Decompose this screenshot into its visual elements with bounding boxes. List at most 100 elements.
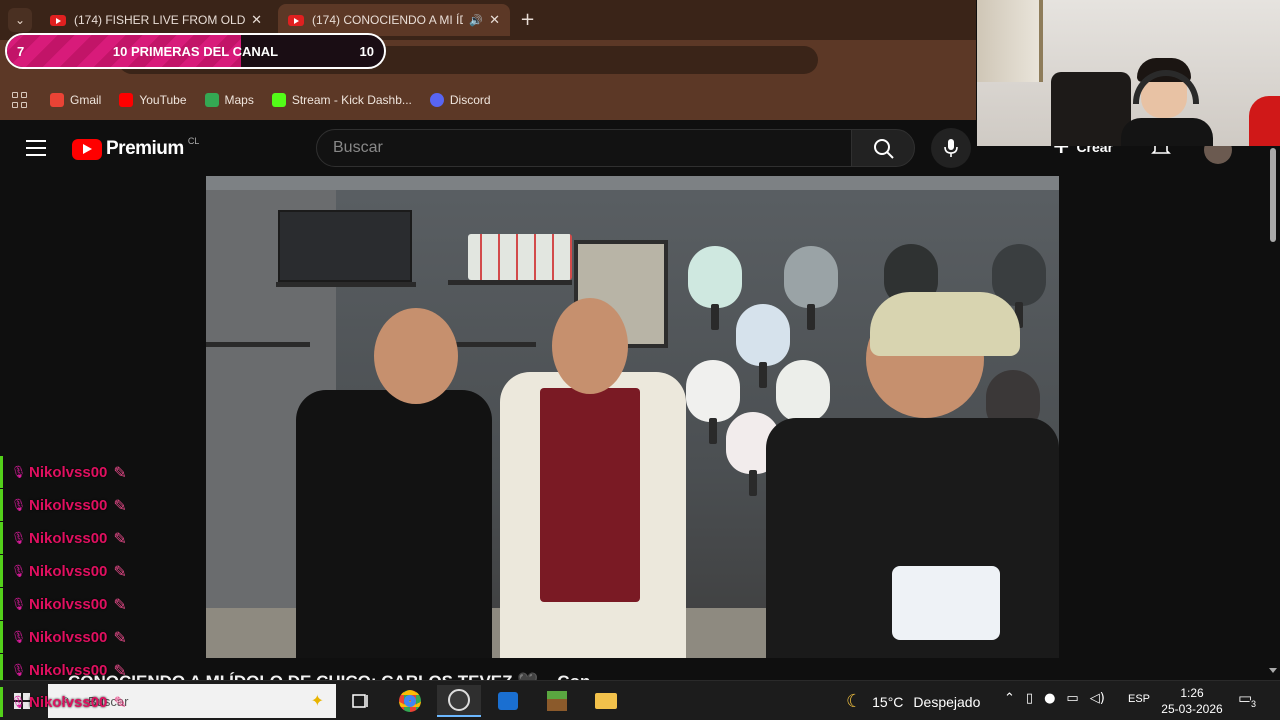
goal-text: 10 PRIMERAS DEL CANAL <box>112 44 279 59</box>
scrollbar-thumb[interactable] <box>1270 148 1276 242</box>
goal-end-level: 10 <box>359 44 374 59</box>
chat-message: 🎙 Nikolvss00 ✎ <box>0 686 127 718</box>
chat-username: Nikolvss00 <box>29 463 108 481</box>
chat-message: 🎙 Nikolvss00 ✎ <box>0 621 127 653</box>
bookmark-maps[interactable]: Maps <box>204 93 254 107</box>
youtube-logo[interactable]: Premium CL <box>72 136 200 160</box>
chat-username: Nikolvss00 <box>29 562 108 580</box>
bookmark-gmail[interactable]: Gmail <box>50 93 101 107</box>
close-tab-icon[interactable]: ✕ <box>251 13 262 28</box>
mic-icon: 🎙 <box>11 663 27 677</box>
bookmarks-bar: Gmail YouTube Maps Stream - Kick Dashb..… <box>0 80 976 120</box>
wall-picture <box>977 0 1043 82</box>
video-player[interactable] <box>206 176 1059 658</box>
chat-message: 🎙 Nikolvss00 ✎ <box>0 522 127 554</box>
bookmark-kick[interactable]: Stream - Kick Dashb... <box>271 93 412 107</box>
mic-icon: 🎙 <box>11 564 27 578</box>
stream-goal-banner: 7 10 PRIMERAS DEL CANAL 10 <box>5 33 386 69</box>
network-icon[interactable]: ▭ <box>1066 691 1078 706</box>
chat-username: Nikolvss00 <box>29 529 108 547</box>
chevron-up-icon[interactable]: ⌃ <box>1004 691 1015 706</box>
chat-username: Nikolvss00 <box>29 661 108 679</box>
bookmark-label: Stream - Kick Dashb... <box>291 93 412 107</box>
discord-icon <box>429 93 444 107</box>
youtube-favicon-icon <box>50 14 66 26</box>
new-tab-button[interactable]: + <box>520 9 535 30</box>
youtube-play-icon <box>72 138 102 160</box>
youtube-icon <box>119 93 134 107</box>
chat-message: 🎙 Nikolvss00 ✎ <box>0 555 127 587</box>
bookmark-label: Gmail <box>70 93 102 107</box>
system-tray: ⌃ ▯ ● ▭ ◁) <box>1004 691 1116 706</box>
feather-icon: ✎ <box>113 594 127 614</box>
clock-date: 25-03-2026 <box>1161 702 1223 716</box>
taskbar-clock[interactable]: 1:26 25-03-2026 <box>1160 685 1224 717</box>
feather-icon: ✎ <box>113 528 127 548</box>
maps-icon <box>204 93 219 107</box>
mic-icon: 🎙 <box>11 498 27 512</box>
bookmark-label: Discord <box>449 93 491 107</box>
kick-icon <box>271 93 286 107</box>
chrome-taskbar-button[interactable] <box>388 685 432 717</box>
menu-icon[interactable] <box>26 140 46 156</box>
task-view-button[interactable] <box>338 685 382 717</box>
search-icon <box>874 139 894 159</box>
task-view-icon <box>352 694 368 708</box>
minecraft-taskbar-button[interactable] <box>535 685 579 717</box>
windows-taskbar: ⌕ Buscar ✦ 🎙 Nikolvss00 ✎ ☾ 15°C Despejado… <box>0 680 1280 720</box>
browser-tab-2[interactable]: (174) CONOCIENDO A MI ÍDOLO 🔊 ✕ <box>278 4 510 36</box>
country-code: CL <box>187 136 200 146</box>
store-taskbar-button[interactable] <box>486 685 530 717</box>
streamer-webcam <box>977 0 1280 146</box>
browser-tab-1[interactable]: (174) FISHER LIVE FROM OLD ROYAL ✕ <box>40 4 272 36</box>
chat-message: 🎙 Nikolvss00 ✎ <box>0 456 127 488</box>
sparkle-icon: ✦ <box>310 691 324 710</box>
chat-username: Nikolvss00 <box>29 496 108 514</box>
mic-icon: 🎙 <box>11 465 27 479</box>
folder-icon <box>595 693 617 709</box>
voice-search-button[interactable] <box>931 128 971 168</box>
device-icon[interactable]: ▯ <box>1026 691 1033 706</box>
bookmark-discord[interactable]: Discord <box>429 93 491 107</box>
shelf-display-box <box>278 210 412 282</box>
tab-search-button[interactable]: ⌄ <box>8 8 32 32</box>
weather-widget[interactable]: ☾ 15°C Despejado <box>846 691 980 712</box>
mic-icon: 🎙 <box>11 531 27 545</box>
volume-icon[interactable]: ◁) <box>1090 691 1105 706</box>
page-scrollbar[interactable] <box>1266 146 1280 680</box>
apps-grid-icon[interactable] <box>12 92 28 108</box>
mic-icon: 🎙 <box>11 695 27 709</box>
feather-icon: ✎ <box>113 561 127 581</box>
tab-title: (174) FISHER LIVE FROM OLD ROYAL <box>74 13 246 27</box>
mic-icon: 🎙 <box>11 630 27 644</box>
bookmark-youtube[interactable]: YouTube <box>119 93 187 107</box>
obs-icon <box>448 689 470 711</box>
youtube-favicon-icon <box>288 14 304 26</box>
moon-icon: ☾ <box>846 691 863 712</box>
feather-icon: ✎ <box>113 495 127 515</box>
scroll-down-arrow-icon[interactable] <box>1269 668 1277 673</box>
feather-icon: ✎ <box>113 627 127 647</box>
clock-time: 1:26 <box>1180 686 1204 700</box>
speaker-icon[interactable]: 🔊 <box>469 14 483 27</box>
notification-center-icon[interactable]: ▭ 3 <box>1238 689 1262 711</box>
obs-taskbar-button[interactable] <box>437 685 481 717</box>
feather-icon: ✎ <box>113 462 127 482</box>
weather-text: Despejado <box>913 693 981 710</box>
file-explorer-taskbar-button[interactable] <box>584 685 628 717</box>
product-bottles <box>468 234 572 280</box>
language-indicator[interactable]: ESP <box>1128 693 1150 705</box>
search-input[interactable]: Buscar <box>316 129 852 167</box>
chrome-icon <box>399 690 421 712</box>
mic-icon: 🎙 <box>11 597 27 611</box>
microphone-icon[interactable]: ● <box>1044 691 1055 706</box>
bookmark-label: YouTube <box>139 93 187 107</box>
feather-icon: ✎ <box>113 692 127 712</box>
minecraft-icon <box>547 691 567 711</box>
mic-icon <box>944 139 958 157</box>
chat-username: Nikolvss00 <box>29 628 108 646</box>
search-button[interactable] <box>851 129 915 167</box>
close-tab-icon[interactable]: ✕ <box>489 13 500 28</box>
chat-message: 🎙 Nikolvss00 ✎ <box>0 588 127 620</box>
bookmark-label: Maps <box>224 93 254 107</box>
